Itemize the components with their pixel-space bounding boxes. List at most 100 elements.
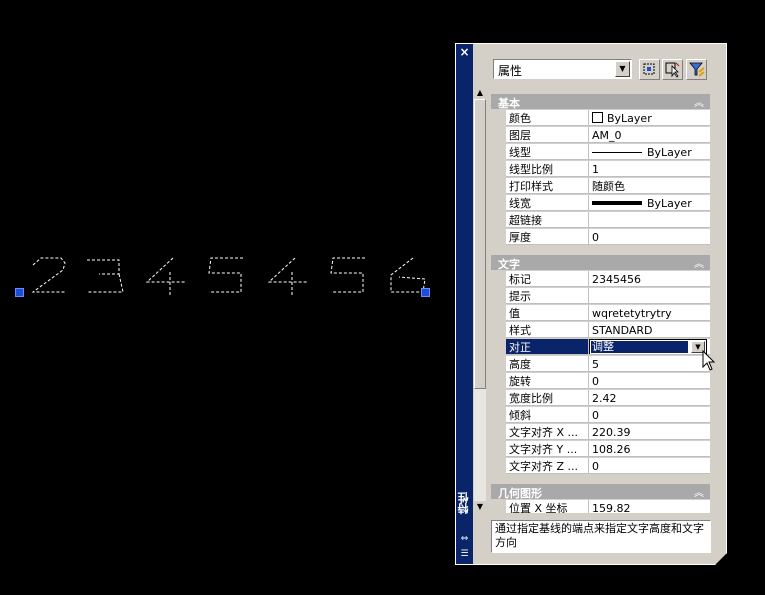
property-name: 倾斜 <box>506 407 589 423</box>
property-name: 文字对齐 X ... <box>506 424 589 440</box>
property-name: 线宽 <box>506 195 589 211</box>
property-value[interactable] <box>589 212 710 228</box>
scroll-track[interactable] <box>474 99 486 501</box>
property-name: 值 <box>506 305 589 321</box>
property-value[interactable]: 220.39 <box>589 424 710 440</box>
section-geometry-header[interactable]: 几何图形 ︽ <box>491 484 710 499</box>
color-value: ByLayer <box>607 112 652 125</box>
property-value[interactable]: 1 <box>589 161 710 177</box>
property-value[interactable]: ByLayer <box>589 110 710 126</box>
property-row-selected[interactable]: 对正 调整 ▼ <box>491 339 710 356</box>
property-row[interactable]: 宽度比例 2.42 <box>491 390 710 407</box>
linetype-sample-icon <box>592 152 642 153</box>
section-basic-label: 基本 <box>498 97 520 110</box>
property-value[interactable]: AM_0 <box>589 127 710 143</box>
property-row[interactable]: 打印样式 随颜色 <box>491 178 710 195</box>
select-objects-button[interactable] <box>662 59 683 80</box>
property-value[interactable]: 随颜色 <box>589 178 710 194</box>
dashed-text-glyphs <box>31 257 426 295</box>
property-name: 位置 X 坐标 <box>506 500 589 513</box>
property-name: 提示 <box>506 288 589 304</box>
justify-selected-value: 调整 <box>591 341 688 353</box>
linetype-value: ByLayer <box>647 146 692 159</box>
property-value[interactable]: STANDARD <box>589 322 710 338</box>
scroll-thumb[interactable] <box>474 99 486 389</box>
section-text-header[interactable]: 文字 ︽ <box>491 255 710 270</box>
property-value[interactable]: ByLayer <box>589 195 710 211</box>
property-value[interactable]: 108.26 <box>589 441 710 457</box>
section-basic-grid: 颜色 ByLayer 图层 AM_0 线型 ByLayer 线型比例 1 打印样式 随颜色… <box>491 110 710 246</box>
autohide-icon[interactable]: ⇔ <box>459 534 470 544</box>
property-value[interactable] <box>589 288 710 304</box>
property-value[interactable]: wqretetytrytry <box>589 305 710 321</box>
property-name: 旋转 <box>506 373 589 389</box>
property-row[interactable]: 倾斜 0 <box>491 407 710 424</box>
attribute-text-object[interactable] <box>15 255 435 305</box>
property-row[interactable]: 提示 <box>491 288 710 305</box>
property-value[interactable]: ByLayer <box>589 144 710 160</box>
quick-select-button[interactable] <box>639 59 660 80</box>
property-row[interactable]: 颜色 ByLayer <box>491 110 710 127</box>
property-value[interactable]: 2345456 <box>589 271 710 287</box>
section-geometry-label: 几何图形 <box>498 487 542 500</box>
property-name: 对正 <box>506 339 589 355</box>
lineweight-sample-icon <box>592 201 642 205</box>
object-type-value: 属性 <box>498 64 523 78</box>
collapse-chevron-icon[interactable]: ︽ <box>694 94 704 109</box>
property-row[interactable]: 文字对齐 X ... 220.39 <box>491 424 710 441</box>
property-row[interactable]: 超链接 <box>491 212 710 229</box>
scroll-up-arrow-icon[interactable]: ▲ <box>474 87 486 99</box>
property-description: 通过指定基线的端点来指定文字高度和文字方向 <box>491 520 711 553</box>
property-row[interactable]: 线型 ByLayer <box>491 144 710 161</box>
property-value[interactable]: 0 <box>589 458 710 474</box>
property-row[interactable]: 图层 AM_0 <box>491 127 710 144</box>
property-name: 文字对齐 Y ... <box>506 441 589 457</box>
property-name: 线型比例 <box>506 161 589 177</box>
collapse-chevron-icon[interactable]: ︽ <box>694 255 704 270</box>
property-value[interactable]: 5 <box>589 356 710 372</box>
scroll-down-arrow-icon[interactable]: ▼ <box>474 501 486 513</box>
left-grip[interactable] <box>15 288 24 297</box>
toggle-pickadd-button[interactable] <box>686 59 707 80</box>
property-row[interactable]: 文字对齐 Y ... 108.26 <box>491 441 710 458</box>
quick-select-icon <box>640 60 659 79</box>
property-row[interactable]: 旋转 0 <box>491 373 710 390</box>
property-row[interactable]: 高度 5 <box>491 356 710 373</box>
property-value[interactable]: 159.82 <box>589 500 710 513</box>
property-name: 超链接 <box>506 212 589 228</box>
property-name: 图层 <box>506 127 589 143</box>
property-value[interactable]: 0 <box>589 229 710 245</box>
section-text-label: 文字 <box>498 258 520 271</box>
property-name: 打印样式 <box>506 178 589 194</box>
section-text-grid: 标记 2345456 提示 值 wqretetytrytry 样式 STANDARD … <box>491 271 710 475</box>
palette-title: 特性 <box>457 492 470 514</box>
section-basic-header[interactable]: 基本 ︽ <box>491 94 710 109</box>
close-icon[interactable]: × <box>458 46 471 59</box>
object-type-dropdown[interactable]: 属性 ▼ <box>493 59 632 79</box>
property-value[interactable]: 0 <box>589 373 710 389</box>
property-name: 线型 <box>506 144 589 160</box>
chevron-down-icon[interactable]: ▼ <box>615 61 630 77</box>
palette-titlebar[interactable]: × 特性 ⇔ ☰ <box>456 44 473 564</box>
color-swatch-icon <box>592 112 603 123</box>
property-row[interactable]: 厚度 0 <box>491 229 710 246</box>
justify-dropdown[interactable]: 调整 ▼ <box>589 339 710 355</box>
property-name: 文字对齐 Z ... <box>506 458 589 474</box>
properties-menu-icon[interactable]: ☰ <box>459 549 470 559</box>
property-row[interactable]: 样式 STANDARD <box>491 322 710 339</box>
palette-scrollbar[interactable]: ▲ ▼ <box>474 87 486 513</box>
property-value[interactable]: 2.42 <box>589 390 710 406</box>
collapse-chevron-icon[interactable]: ︽ <box>694 484 704 499</box>
property-name: 高度 <box>506 356 589 372</box>
properties-palette: × 特性 ⇔ ☰ ▲ ▼ 属性 ▼ 基本 ︽ 颜色 ByLayer 图层 AM_… <box>455 43 727 565</box>
property-row[interactable]: 线型比例 1 <box>491 161 710 178</box>
property-row[interactable]: 文字对齐 Z ... 0 <box>491 458 710 475</box>
property-value[interactable]: 0 <box>589 407 710 423</box>
property-row[interactable]: 标记 2345456 <box>491 271 710 288</box>
property-row[interactable]: 值 wqretetytrytry <box>491 305 710 322</box>
right-grip[interactable] <box>421 288 430 297</box>
property-row[interactable]: 线宽 ByLayer <box>491 195 710 212</box>
property-name: 宽度比例 <box>506 390 589 406</box>
justify-select[interactable]: 调整 ▼ <box>589 339 707 355</box>
property-row[interactable]: 位置 X 坐标 159.82 <box>491 500 710 513</box>
